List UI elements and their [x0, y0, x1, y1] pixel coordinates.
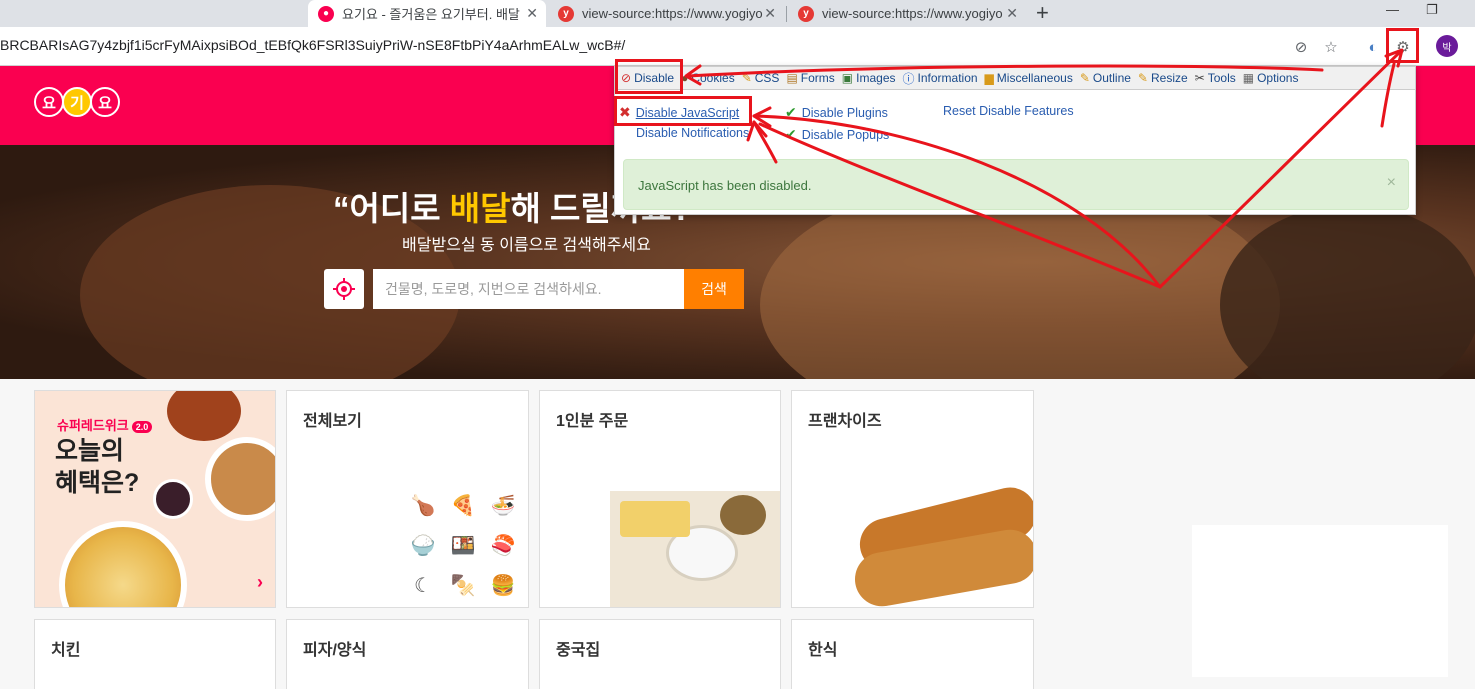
category-franchise[interactable]: 프랜차이즈	[791, 390, 1034, 608]
menu-outline[interactable]: ✎ Outline	[1080, 71, 1131, 85]
address-search-input[interactable]	[373, 269, 684, 309]
category-single-order[interactable]: 1인분 주문	[539, 390, 781, 608]
browser-toolbar: BRCBARIsAG7y4zbjf1i5crFyMAixpsiBOd_tEBfQ…	[0, 27, 1475, 66]
checkmark-icon: ✔	[785, 126, 797, 142]
category-chinese[interactable]: 중국집	[539, 619, 781, 689]
yogiyo-favicon-icon: y	[558, 5, 574, 22]
category-title: 한식	[808, 642, 838, 659]
extension-menu: ⊘ Disable ● Cookies ✎ CSS ▤ Forms ▣ Images ⓘ I…	[615, 67, 1415, 90]
alert-close-icon[interactable]: ×	[1387, 174, 1396, 192]
tab-divider	[786, 6, 787, 22]
logo-char: 기	[62, 87, 92, 117]
category-title: 프랜차이즈	[808, 413, 882, 430]
bookmark-star-icon[interactable]: ☆	[1320, 36, 1342, 58]
tab-strip: ● 요기요 - 즐거움은 요기부터. 배달 ✕ y view-source:ht…	[0, 0, 1475, 27]
address-bar[interactable]: BRCBARIsAG7y4zbjf1i5crFyMAixpsiBOd_tEBfQ…	[0, 37, 625, 53]
tab-view-source-2[interactable]: y view-source:https://www.yogiyo ✕	[788, 0, 1026, 27]
yogiyo-logo[interactable]: 요 기 요	[34, 87, 120, 117]
annotation-box-disable	[615, 59, 683, 94]
chicken-icon: 🍗	[410, 494, 436, 517]
menu-tools[interactable]: ✂ Tools	[1195, 71, 1236, 85]
yogiyo-favicon-icon: y	[798, 5, 814, 22]
promo-headline: 오늘의 혜택은?	[55, 437, 140, 497]
menu-options[interactable]: ▦ Options	[1243, 71, 1299, 85]
blank-panel	[1192, 525, 1448, 677]
tab-title: 요기요 - 즐거움은 요기부터. 배달	[342, 7, 520, 22]
burger-icon: 🍔	[490, 574, 516, 597]
extension-icon[interactable]: ◐	[1362, 36, 1384, 58]
category-title: 전체보기	[303, 413, 362, 430]
new-tab-button[interactable]: +	[1036, 1, 1049, 25]
checkmark-icon: ✔	[785, 104, 797, 120]
chicken-image	[167, 391, 241, 441]
close-tab-icon[interactable]: ✕	[1006, 5, 1018, 22]
close-tab-icon[interactable]: ✕	[526, 5, 538, 22]
category-all[interactable]: 전체보기 🍗 🍕 🍜 🍚 🍱 🍣 ☾ 🍢 🍔	[286, 390, 529, 608]
category-title: 1인분 주문	[556, 413, 629, 430]
close-tab-icon[interactable]: ✕	[764, 5, 776, 22]
tab-title: view-source:https://www.yogiyo	[822, 6, 1003, 21]
tab-yogiyo[interactable]: ● 요기요 - 즐거움은 요기부터. 배달 ✕	[308, 0, 546, 27]
night-snack-icon: ☾	[414, 574, 432, 597]
menu-css[interactable]: ✎ CSS	[742, 71, 780, 85]
menu-images[interactable]: ▣ Images	[842, 71, 896, 85]
reset-disable-features-item[interactable]: Reset Disable Features	[943, 104, 1074, 118]
category-icon-grid: 🍗 🍕 🍜 🍚 🍱 🍣 ☾ 🍢 🍔	[409, 491, 517, 599]
category-title: 피자/양식	[303, 642, 367, 659]
pizza-icon: 🍕	[450, 494, 476, 517]
sushi-icon: 🍣	[490, 534, 516, 557]
category-pizza[interactable]: 피자/양식	[286, 619, 529, 689]
rice-bowl-icon: 🍚	[410, 534, 436, 557]
hero-subline: 배달받으실 동 이름으로 검색해주세요	[402, 237, 651, 254]
pizza-image	[59, 521, 187, 607]
image-icon: ▣	[841, 71, 854, 85]
tab-title: view-source:https://www.yogiyo	[582, 6, 763, 21]
yogiyo-favicon-icon: ●	[318, 5, 334, 22]
search-button[interactable]: 검색	[684, 269, 744, 309]
menu-resize[interactable]: ✎ Resize	[1138, 71, 1188, 85]
menu-miscellaneous[interactable]: ▆ Miscellaneous	[985, 71, 1073, 85]
promo-banner[interactable]: 슈퍼레드위크 2.0 오늘의 혜택은? ›	[34, 390, 276, 608]
skewer-icon: 🍢	[450, 574, 476, 597]
profile-avatar[interactable]: 박	[1436, 35, 1458, 57]
korean-meal-image	[610, 491, 780, 607]
logo-char: 요	[90, 87, 120, 117]
folder-icon: ▆	[984, 71, 994, 85]
js-disabled-alert: JavaScript has been disabled. ×	[623, 159, 1409, 210]
pencil-icon: ✎	[1079, 71, 1090, 85]
current-location-button[interactable]	[324, 269, 364, 309]
category-title: 치킨	[51, 642, 81, 659]
category-title: 중국집	[556, 642, 601, 659]
disable-popups-item[interactable]: ✔ Disable Popups	[785, 126, 889, 143]
category-korean[interactable]: 한식	[791, 619, 1034, 689]
pencil-icon: ✎	[741, 71, 752, 85]
noodle-icon: 🍜	[490, 494, 516, 517]
menu-cookies[interactable]: ● Cookies	[681, 71, 735, 85]
tools-icon: ✂	[1194, 71, 1205, 85]
options-icon: ▦	[1242, 71, 1255, 85]
annotation-box-disable-javascript	[614, 96, 752, 126]
pencil-icon: ✎	[1137, 71, 1148, 85]
web-developer-toolbar: ⊘ Disable ● Cookies ✎ CSS ▤ Forms ▣ Images ⓘ I…	[614, 66, 1416, 215]
restore-icon[interactable]: ❐	[1426, 2, 1438, 18]
lunchbox-icon: 🍱	[450, 534, 476, 557]
disable-plugins-item[interactable]: ✔ Disable Plugins	[785, 104, 888, 121]
menu-forms[interactable]: ▤ Forms	[786, 71, 834, 85]
location-blocked-icon[interactable]: ⊘	[1290, 36, 1312, 58]
disable-notifications-item[interactable]: Disable Notifications	[636, 126, 749, 140]
alert-message: JavaScript has been disabled.	[638, 178, 812, 193]
crosshair-icon	[333, 278, 355, 300]
tab-view-source-1[interactable]: y view-source:https://www.yogiyo ✕	[548, 0, 784, 27]
form-icon: ▤	[786, 71, 798, 85]
promo-tag: 슈퍼레드위크 2.0	[57, 415, 153, 434]
cola-image	[153, 479, 193, 519]
logo-char: 요	[34, 87, 64, 117]
promo-arrow-icon[interactable]: ›	[257, 572, 263, 593]
menu-information[interactable]: ⓘ Information	[903, 70, 978, 87]
burger-image	[205, 437, 275, 521]
annotation-box-gear	[1386, 28, 1419, 63]
minimize-icon[interactable]: —	[1386, 2, 1399, 17]
category-chicken[interactable]: 치킨	[34, 619, 276, 689]
info-icon: ⓘ	[902, 71, 915, 86]
